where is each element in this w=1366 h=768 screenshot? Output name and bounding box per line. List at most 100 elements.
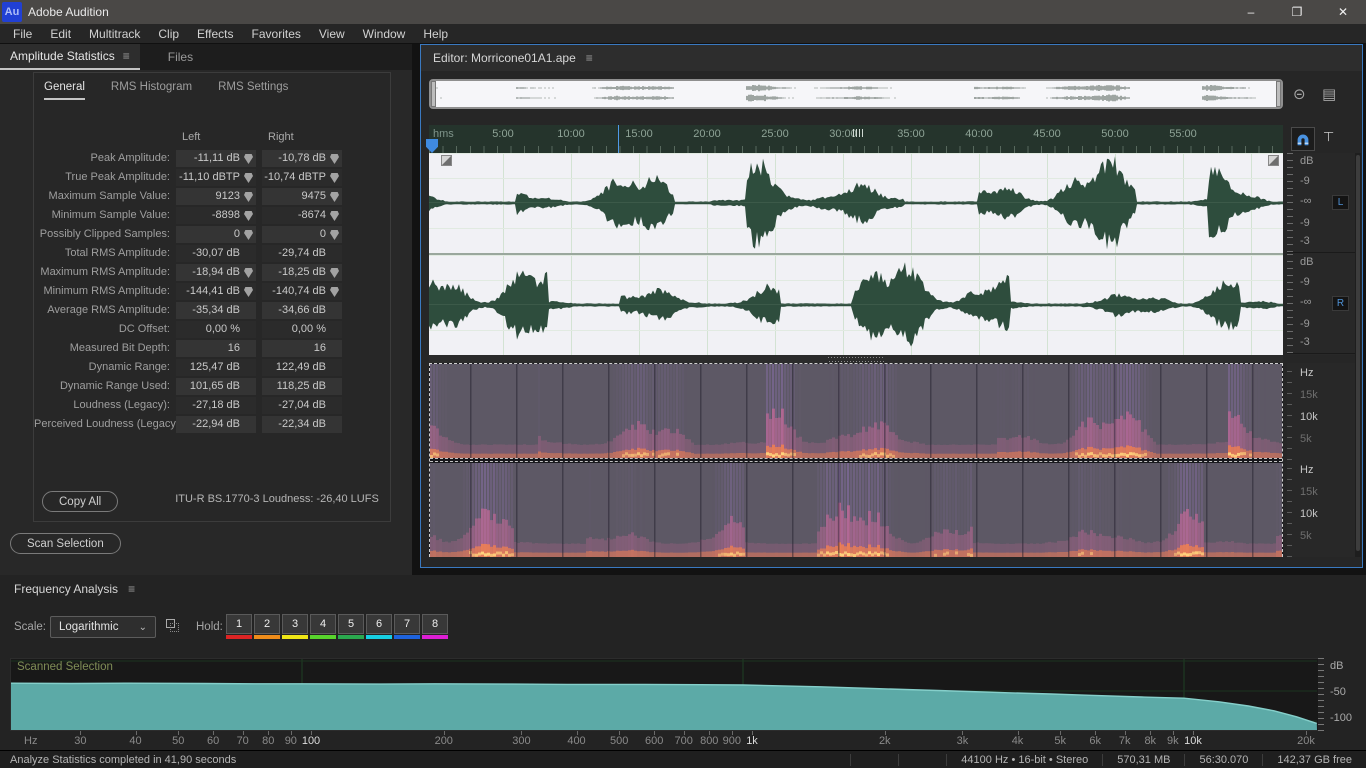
marker-pin-icon[interactable] xyxy=(330,192,339,202)
scale-value: Logarithmic xyxy=(59,621,119,633)
menu-item-favorites[interactable]: Favorites xyxy=(243,24,310,44)
freq-axis-label: 3k xyxy=(956,735,969,747)
editor-scrollbar[interactable] xyxy=(1355,153,1361,557)
hold-button-5[interactable]: 5 xyxy=(338,614,364,639)
marker-pin-icon[interactable] xyxy=(244,211,253,221)
status-segment: 56:30.070 xyxy=(1184,753,1262,766)
menu-item-window[interactable]: Window xyxy=(354,24,415,44)
marker-pin-icon[interactable] xyxy=(330,287,339,297)
panel-menu-icon[interactable]: ≡ xyxy=(128,582,135,596)
hold-button-2[interactable]: 2 xyxy=(254,614,280,639)
hold-button-6[interactable]: 6 xyxy=(366,614,392,639)
timeline-ruler[interactable]: hms 5:00 10:00 15:00 20:00 25:00 30:00 35:00 40… xyxy=(426,125,1283,153)
marker-pin-icon[interactable] xyxy=(330,230,339,240)
subtab-general[interactable]: General xyxy=(44,81,85,100)
value-left: 125,47 dB xyxy=(176,359,256,376)
snap-toggle[interactable] xyxy=(1291,127,1315,151)
hold-button-3[interactable]: 3 xyxy=(282,614,308,639)
spectrogram-right-channel[interactable] xyxy=(430,463,1282,557)
hold-button-4[interactable]: 4 xyxy=(310,614,336,639)
waveform-right-channel[interactable] xyxy=(429,255,1283,355)
overview-navigator[interactable] xyxy=(429,79,1283,109)
waveform-right xyxy=(429,262,1283,347)
row-label: Dynamic Range Used: xyxy=(59,380,170,392)
view-divider[interactable] xyxy=(429,355,1283,363)
restore-button[interactable]: ❐ xyxy=(1274,0,1320,24)
scale-dropdown[interactable]: Logarithmic ⌄ xyxy=(50,616,156,638)
ruler-time-label: 25:00 xyxy=(761,128,789,140)
list-view-icon[interactable]: ▤ xyxy=(1322,85,1336,103)
amplitude-statistics-panel: Amplitude Statistics ≡ Files General RMS … xyxy=(0,44,412,575)
value-right: 118,25 dB xyxy=(262,378,342,395)
subtab-rms-settings[interactable]: RMS Settings xyxy=(218,81,288,100)
freq-axis-label: 20k xyxy=(1297,735,1315,747)
value-left: -27,18 dB xyxy=(176,397,256,414)
overview-right-handle[interactable] xyxy=(1276,81,1281,107)
copy-graph-icon[interactable] xyxy=(166,619,181,634)
hold-number: 4 xyxy=(310,614,336,634)
marker-pin-icon[interactable] xyxy=(244,192,253,202)
marker-pin-icon[interactable] xyxy=(244,154,253,164)
menu-item-view[interactable]: View xyxy=(310,24,354,44)
row-label: Possibly Clipped Samples: xyxy=(39,228,170,240)
fade-in-handle[interactable] xyxy=(441,155,452,166)
overview-left-handle[interactable] xyxy=(431,81,436,107)
frequency-curve xyxy=(11,659,1317,730)
table-row: Perceived Loudness (Legacy): -22,94 dB -22… xyxy=(34,415,390,434)
menu-item-file[interactable]: File xyxy=(4,24,41,44)
tab-files[interactable]: Files xyxy=(158,44,203,70)
spectrogram-left-channel[interactable] xyxy=(430,364,1282,458)
scan-selection-button[interactable]: Scan Selection xyxy=(10,533,121,554)
ruler-time-label: 10:00 xyxy=(557,128,585,140)
pin-tool-icon[interactable]: ⊤ xyxy=(1323,129,1334,145)
hold-button-7[interactable]: 7 xyxy=(394,614,420,639)
db-label: -9 xyxy=(1300,276,1310,288)
menu-item-edit[interactable]: Edit xyxy=(41,24,80,44)
hz-label: 10k xyxy=(1300,411,1318,423)
menu-item-effects[interactable]: Effects xyxy=(188,24,242,44)
hold-button-1[interactable]: 1 xyxy=(226,614,252,639)
panel-menu-icon[interactable]: ≡ xyxy=(123,49,130,63)
waveform-left-channel[interactable] xyxy=(429,153,1283,253)
marker-pin-icon[interactable] xyxy=(330,173,339,183)
table-row: Peak Amplitude: -11,11 dB -10,78 dB xyxy=(34,149,390,168)
freq-axis-label: 10k xyxy=(1184,735,1202,747)
table-row: Total RMS Amplitude: -30,07 dB -29,74 dB xyxy=(34,244,390,263)
panel-menu-icon[interactable]: ≡ xyxy=(586,51,593,65)
marker-pin-icon[interactable] xyxy=(244,230,253,240)
divider-grip-icon[interactable] xyxy=(828,357,884,362)
close-button[interactable]: ✕ xyxy=(1320,0,1366,24)
hz-label: Hz xyxy=(1300,367,1314,379)
marker-pin-icon[interactable] xyxy=(244,173,253,183)
hold-color-bar xyxy=(394,635,420,639)
marker-pin-icon[interactable] xyxy=(330,211,339,221)
menu-item-clip[interactable]: Clip xyxy=(149,24,188,44)
magnet-icon xyxy=(1297,134,1309,146)
statistics-box: General RMS Histogram RMS Settings Left Rig… xyxy=(33,72,391,522)
subtab-rms-histogram[interactable]: RMS Histogram xyxy=(111,81,192,100)
marker-pin-icon[interactable] xyxy=(244,268,253,278)
copy-all-button[interactable]: Copy All xyxy=(42,491,119,512)
zoom-out-icon[interactable]: ⊝ xyxy=(1293,85,1306,103)
value-right: 0,00 % xyxy=(262,321,342,338)
frequency-plot[interactable]: Scanned Selection xyxy=(10,658,1318,731)
marker-pin-icon[interactable] xyxy=(330,154,339,164)
fade-out-handle[interactable] xyxy=(1268,155,1279,166)
freq-axis-label: 9k xyxy=(1167,735,1179,747)
minimize-button[interactable]: – xyxy=(1228,0,1274,24)
menu-item-multitrack[interactable]: Multitrack xyxy=(80,24,149,44)
spectrogram-display[interactable] xyxy=(429,363,1283,557)
current-time-indicator[interactable] xyxy=(618,125,619,153)
tab-amplitude-statistics[interactable]: Amplitude Statistics ≡ xyxy=(0,44,140,70)
waveform-display[interactable] xyxy=(429,153,1283,355)
hz-label: 10k xyxy=(1300,508,1318,520)
hold-button-8[interactable]: 8 xyxy=(422,614,448,639)
channel-badge-r[interactable]: R xyxy=(1332,296,1349,311)
marker-pin-icon[interactable] xyxy=(244,287,253,297)
channel-badge-l[interactable]: L xyxy=(1332,195,1349,210)
marker-pin-icon[interactable] xyxy=(330,268,339,278)
table-row: Measured Bit Depth: 16 16 xyxy=(34,339,390,358)
spectrogram-left xyxy=(430,364,1282,458)
ruler-time-label: 50:00 xyxy=(1101,128,1129,140)
menu-item-help[interactable]: Help xyxy=(414,24,457,44)
